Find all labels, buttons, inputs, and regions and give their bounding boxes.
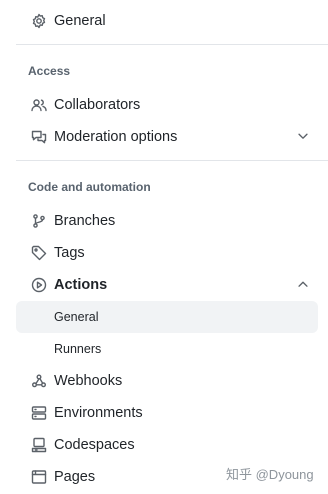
sidebar-item-tags[interactable]: Tags bbox=[16, 237, 318, 269]
sidebar-item-environments[interactable]: Environments bbox=[16, 397, 318, 429]
gear-icon bbox=[30, 12, 48, 30]
sidebar-item-general[interactable]: General bbox=[16, 5, 318, 37]
section-heading-access: Access bbox=[28, 64, 71, 78]
sidebar-item-collaborators[interactable]: Collaborators bbox=[16, 89, 318, 121]
sidebar-item-label: Environments bbox=[54, 405, 143, 421]
git-branch-icon bbox=[30, 212, 48, 230]
people-icon bbox=[30, 96, 48, 114]
chevron-down-icon[interactable] bbox=[296, 129, 312, 145]
watermark: 知乎 @Dyoung bbox=[226, 467, 314, 482]
sidebar-item-label: Moderation options bbox=[54, 129, 178, 145]
tag-icon bbox=[30, 244, 48, 262]
sidebar-item-branches[interactable]: Branches bbox=[16, 205, 318, 237]
divider bbox=[16, 160, 328, 161]
browser-icon bbox=[30, 468, 48, 486]
sidebar-subitem-actions-general[interactable]: General bbox=[16, 301, 318, 333]
sidebar-item-label: Branches bbox=[54, 213, 116, 229]
play-icon bbox=[30, 276, 48, 294]
sidebar-item-label: Webhooks bbox=[54, 373, 123, 389]
sidebar-item-label: Pages bbox=[54, 469, 96, 485]
divider bbox=[16, 44, 328, 45]
server-icon bbox=[30, 404, 48, 422]
codespaces-icon bbox=[30, 436, 48, 454]
sidebar-item-label: Tags bbox=[54, 245, 85, 261]
sidebar-item-codespaces[interactable]: Codespaces bbox=[16, 429, 318, 461]
sidebar-item-actions[interactable]: Actions bbox=[16, 269, 318, 301]
sidebar-item-label: Codespaces bbox=[54, 437, 135, 453]
settings-sidebar: General Access Collaborators Moderation … bbox=[0, 0, 328, 494]
chevron-up-icon[interactable] bbox=[296, 277, 312, 293]
comment-discussion-icon bbox=[30, 128, 48, 146]
sidebar-subitem-label: Runners bbox=[54, 342, 102, 356]
sidebar-item-label: Collaborators bbox=[54, 97, 141, 113]
sidebar-item-webhooks[interactable]: Webhooks bbox=[16, 365, 318, 397]
sidebar-item-label: General bbox=[54, 13, 106, 29]
webhook-icon bbox=[30, 372, 48, 390]
section-heading-code-automation: Code and automation bbox=[28, 180, 151, 194]
sidebar-item-label: Actions bbox=[54, 277, 108, 293]
sidebar-item-moderation-options[interactable]: Moderation options bbox=[16, 121, 318, 153]
sidebar-subitem-actions-runners[interactable]: Runners bbox=[16, 333, 318, 365]
sidebar-subitem-label: General bbox=[54, 310, 99, 324]
